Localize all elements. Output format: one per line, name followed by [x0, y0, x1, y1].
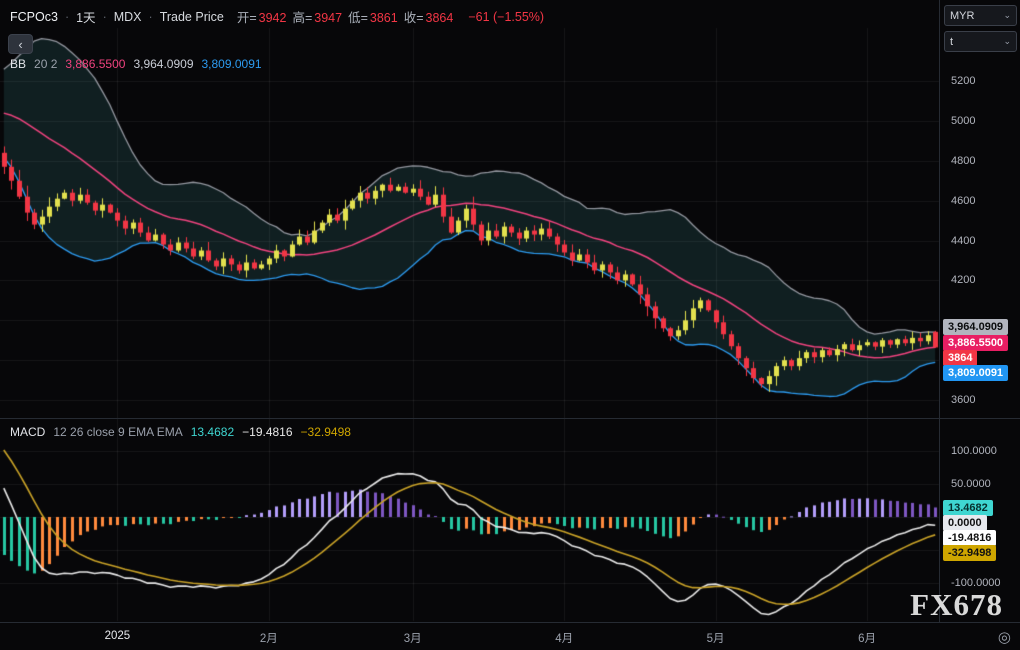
ohlc-pair: 收=3864	[404, 11, 454, 25]
ohlc-values: 开=3942 高=3947 低=3861 收=3864	[231, 7, 454, 26]
price-tick-label: 4600	[951, 195, 975, 207]
price-axis-badge: 3864	[943, 350, 977, 366]
ohlc-value: 3864	[426, 11, 454, 25]
price-tick-label: 4200	[951, 274, 975, 286]
time-tick-label: 2月	[260, 630, 278, 646]
price-axis-badge: 3,886.5500	[943, 335, 1008, 351]
symbol-info-bar[interactable]: FCPOc3 · 1天 · MDX · Trade Price 开=3942 高=…	[10, 7, 544, 26]
exchange-label: MDX	[114, 10, 142, 24]
bb-title: BB	[10, 57, 26, 71]
scroll-back-button[interactable]: ‹	[8, 34, 33, 54]
ohlc-pair: 开=3942	[237, 11, 287, 25]
ohlc-label: 收=	[404, 11, 424, 25]
macd-signal-value: −32.9498	[301, 425, 351, 439]
separator-dot: ·	[103, 10, 107, 24]
price-tick-label: 5200	[951, 75, 975, 87]
separator-dot: ·	[149, 10, 153, 24]
scale-settings-icon[interactable]: ◎	[998, 628, 1011, 646]
ohlc-value: 3861	[370, 11, 398, 25]
ohlc-pair: 低=3861	[348, 11, 398, 25]
price-tick-label: 4400	[951, 235, 975, 247]
ohlc-value: 3942	[259, 11, 287, 25]
unit-label: t	[950, 36, 953, 48]
bb-lower-value: 3,809.0091	[202, 57, 262, 71]
interval-label[interactable]: 1天	[76, 7, 95, 26]
watermark-fx678: FX678	[910, 587, 1003, 623]
time-tick-label: 5月	[707, 630, 725, 646]
chevron-down-icon: ⌄	[1003, 10, 1011, 21]
ohlc-label: 低=	[348, 11, 368, 25]
macd-indicator-legend[interactable]: MACD 12 26 close 9 EMA EMA 13.4682 −19.4…	[10, 425, 351, 439]
currency-label: MYR	[950, 10, 974, 22]
macd-axis-badge: -32.9498	[943, 545, 996, 561]
price-axis-badge: 3,964.0909	[943, 319, 1008, 335]
price-tick-label: 5000	[951, 115, 975, 127]
chevron-left-icon: ‹	[18, 37, 22, 52]
ohlc-label: 开=	[237, 11, 257, 25]
time-tick-label: 4月	[555, 630, 573, 646]
unit-dropdown[interactable]: t ⌄	[944, 31, 1017, 52]
macd-tick-label: 50.0000	[951, 478, 991, 490]
ohlc-value: 3947	[314, 11, 342, 25]
macd-params: 12 26 close 9 EMA EMA	[53, 425, 182, 439]
time-scale[interactable]: ◎ 2025 2月 3月 4月 5月 6月	[0, 622, 1020, 650]
macd-axis-badge: -19.4816	[943, 530, 996, 546]
macd-hist-value: 13.4682	[191, 425, 234, 439]
bb-indicator-legend[interactable]: BB 20 2 3,886.5500 3,964.0909 3,809.0091	[10, 57, 262, 71]
macd-title: MACD	[10, 425, 45, 439]
pane-separator[interactable]	[0, 418, 1020, 419]
bb-basis-value: 3,886.5500	[65, 57, 125, 71]
macd-line-value: −19.4816	[242, 425, 292, 439]
separator-dot: ·	[65, 10, 69, 24]
chevron-down-icon: ⌄	[1003, 36, 1011, 47]
price-axis-badge: 3,809.0091	[943, 365, 1008, 381]
bb-params: 20 2	[34, 57, 57, 71]
price-scale[interactable]: MYR ⌄ t ⌄ 5200 5000 4800 4600 4400 4200 3600 10…	[939, 0, 1020, 622]
time-tick-label: 2025	[105, 630, 131, 642]
time-tick-label: 6月	[858, 630, 876, 646]
series-type-label: Trade Price	[160, 10, 224, 24]
macd-tick-label: 100.0000	[951, 445, 997, 457]
price-tick-label: 3600	[951, 394, 975, 406]
trading-chart-app: FCPOc3 · 1天 · MDX · Trade Price 开=3942 高=…	[0, 0, 1020, 650]
macd-axis-badge: 13.4682	[943, 500, 993, 516]
bb-upper-value: 3,964.0909	[133, 57, 193, 71]
ohlc-label: 高=	[292, 11, 312, 25]
ohlc-pair: 高=3947	[292, 11, 342, 25]
currency-dropdown[interactable]: MYR ⌄	[944, 5, 1017, 26]
chart-canvas[interactable]	[0, 0, 1020, 650]
macd-axis-badge: 0.0000	[943, 515, 987, 531]
price-tick-label: 4800	[951, 155, 975, 167]
symbol-name[interactable]: FCPOc3	[10, 10, 58, 24]
change-value: −61 (−1.55%)	[468, 10, 544, 24]
time-tick-label: 3月	[404, 630, 422, 646]
